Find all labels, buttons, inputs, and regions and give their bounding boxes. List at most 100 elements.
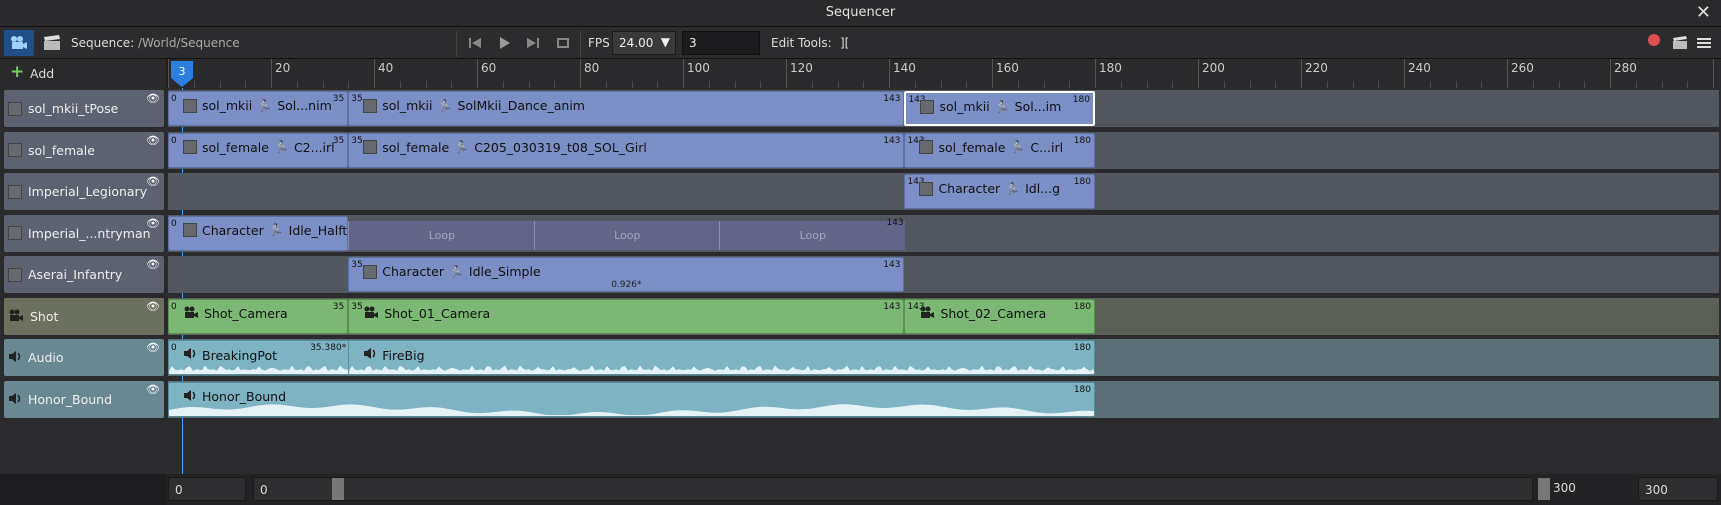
ruler-tick — [837, 81, 839, 88]
track-lane[interactable]: 0 35 Shot_Camera 35 143 Shot_01_Camera 143 180 S… — [168, 297, 1719, 335]
view-range-slider[interactable]: 0 — [253, 477, 1533, 501]
visibility-eye-icon[interactable]: 👁 — [146, 300, 160, 313]
ruler-tick — [1095, 59, 1096, 88]
ruler-tick — [708, 81, 710, 88]
snap-tool-icon[interactable]: ][ — [840, 36, 849, 50]
track-lane[interactable]: 180 Honor_Bound — [168, 380, 1719, 418]
visibility-eye-icon[interactable]: 👁 — [146, 341, 160, 354]
ruler-tick — [992, 59, 993, 88]
clapperboard-icon[interactable] — [40, 31, 64, 55]
track-header[interactable]: Imperial_Legionary 👁 — [4, 173, 164, 210]
clip-animation-name: C205_030319_t08_SOL_Girl — [474, 139, 647, 155]
ruler-tick — [528, 81, 530, 88]
clip-start-frame: 35 — [351, 94, 363, 104]
camera-clip[interactable]: 143 180 Shot_02_Camera — [904, 298, 1095, 334]
animation-clip[interactable]: 35 143 sol_female 🏃 C205_030319_t08_SOL_Girl — [348, 132, 905, 168]
clip-object-name: sol_mkii — [382, 98, 433, 113]
clip-object-name: Shot_02_Camera — [940, 306, 1047, 321]
clip-animation-name: Sol...im — [1014, 99, 1062, 114]
toolbar-divider — [456, 31, 457, 57]
animation-icon: 🏃 — [437, 98, 453, 113]
ruler-tick — [657, 81, 659, 88]
current-frame-input[interactable]: 3 — [682, 31, 760, 55]
ruler-tick — [168, 59, 169, 88]
animation-clip[interactable]: 35 143 sol_mkii 🏃 SolMkii_Dance_anim — [348, 91, 905, 126]
track-lane[interactable]: 0 35 sol_female 🏃 C2...irl 35 143 sol_female 🏃 C2… — [168, 131, 1719, 169]
animation-clip[interactable]: 0 35 sol_female 🏃 C2...irl — [168, 132, 349, 168]
animation-icon: 🏃 — [1005, 181, 1021, 196]
ruler-tick — [451, 81, 453, 88]
camera-clip[interactable]: 0 35 Shot_Camera — [168, 298, 349, 334]
fps-dropdown[interactable]: 24.00 ▼ — [612, 31, 676, 55]
sequence-path[interactable]: /World/Sequence — [138, 36, 240, 50]
speaker-icon — [8, 348, 22, 367]
audio-clip[interactable]: 180 Honor_Bound — [168, 381, 1095, 417]
animation-clip[interactable]: 143 180 sol_mkii 🏃 Sol...im — [904, 91, 1095, 126]
time-ruler[interactable]: 20 40 60 80 100 120 140 160 180 200 220 240 260 280 — [168, 59, 1721, 89]
visibility-eye-icon[interactable]: 👁 — [146, 92, 160, 105]
cube-icon — [8, 101, 22, 116]
view-start-handle[interactable] — [332, 478, 344, 500]
camera-mode-icon[interactable] — [4, 30, 34, 56]
clip-object-name: sol_female — [382, 139, 450, 155]
render-clapper-icon[interactable] — [1670, 31, 1690, 55]
ruler-tick — [1326, 81, 1328, 88]
close-icon[interactable]: ✕ — [1696, 2, 1711, 24]
ruler-tick — [1507, 59, 1508, 88]
visibility-eye-icon[interactable]: 👁 — [146, 258, 160, 271]
step-forward-icon[interactable] — [522, 31, 544, 55]
clip-end-frame: 143 — [883, 135, 901, 146]
track-header[interactable]: Shot 👁 — [4, 297, 164, 335]
track-lane[interactable]: 143 180 Character 🏃 Idl...g — [168, 173, 1719, 210]
loop-segment: Loop — [719, 220, 906, 250]
cube-icon — [8, 143, 22, 157]
track-lane[interactable]: 35 143 Character 🏃 Idle_Simple 0.926* — [168, 256, 1719, 293]
track-lane[interactable]: 0 Character 🏃 Idle_Halfturn Loop Loop Loop 143 — [168, 214, 1719, 252]
ruler-tick — [1429, 81, 1431, 88]
track-lane[interactable]: 0 35.380* BreakingPot 180 FireBig — [168, 339, 1719, 376]
add-track-button[interactable]: + Add — [0, 59, 166, 88]
clip-start-frame: 35 — [351, 260, 363, 270]
ruler-tick — [1146, 81, 1148, 88]
ruler-tick — [1378, 81, 1380, 88]
animation-clip[interactable]: 143 180 sol_female 🏃 C...irl — [904, 132, 1095, 168]
clip-object-name: Character — [202, 222, 264, 238]
ruler-label: 260 — [1511, 61, 1534, 75]
play-icon[interactable] — [493, 31, 515, 55]
loop-icon[interactable] — [552, 31, 574, 55]
audio-waveform — [349, 365, 1095, 374]
animation-clip[interactable]: 0 Character 🏃 Idle_Halfturn — [168, 215, 349, 251]
record-icon[interactable] — [1648, 34, 1660, 46]
visibility-eye-icon[interactable]: 👁 — [146, 383, 160, 396]
clip-end-frame: 35 — [332, 94, 345, 104]
track-header[interactable]: Aserai_Infantry 👁 — [4, 256, 164, 293]
audio-clip[interactable]: 180 FireBig — [348, 340, 1095, 375]
ruler-tick — [760, 81, 762, 88]
visibility-eye-icon[interactable]: 👁 — [146, 175, 160, 188]
ruler-tick — [1172, 81, 1174, 88]
clip-animation-name: C2...irl — [293, 139, 335, 155]
track-name: Audio — [28, 350, 64, 365]
camera-clip[interactable]: 35 143 Shot_01_Camera — [348, 298, 905, 334]
visibility-eye-icon[interactable]: 👁 — [146, 134, 160, 147]
ruler-label: 100 — [687, 61, 710, 75]
range-end-input[interactable]: 300 — [1638, 477, 1718, 501]
step-back-icon[interactable] — [464, 31, 486, 55]
track-header[interactable]: Imperial_...ntryman 👁 — [4, 214, 164, 252]
animation-clip[interactable]: 35 143 Character 🏃 Idle_Simple 0.926* — [348, 257, 905, 292]
animation-clip[interactable]: 0 35 sol_mkii 🏃 Sol...nim — [168, 91, 349, 126]
track-header[interactable]: sol_female 👁 — [4, 131, 164, 169]
track-header[interactable]: Honor_Bound 👁 — [4, 380, 164, 418]
visibility-eye-icon[interactable]: 👁 — [146, 217, 160, 230]
view-end-handle[interactable] — [1538, 478, 1550, 500]
range-start-input[interactable]: 0 — [168, 477, 246, 501]
track-lane[interactable]: 0 35 sol_mkii 🏃 Sol...nim 35 143 sol_mkii 🏃 SolMk… — [168, 90, 1719, 127]
track-header[interactable]: sol_mkii_tPose 👁 — [4, 90, 164, 127]
animation-clip[interactable]: 143 180 Character 🏃 Idl...g — [904, 174, 1095, 209]
menu-icon[interactable] — [1694, 31, 1714, 55]
track-header[interactable]: Audio 👁 — [4, 339, 164, 376]
playhead[interactable]: 3 — [170, 60, 194, 88]
clip-object-name: sol_mkii — [939, 99, 990, 114]
audio-clip[interactable]: 0 35.380* BreakingPot — [168, 340, 351, 375]
playhead-frame: 3 — [178, 65, 186, 78]
